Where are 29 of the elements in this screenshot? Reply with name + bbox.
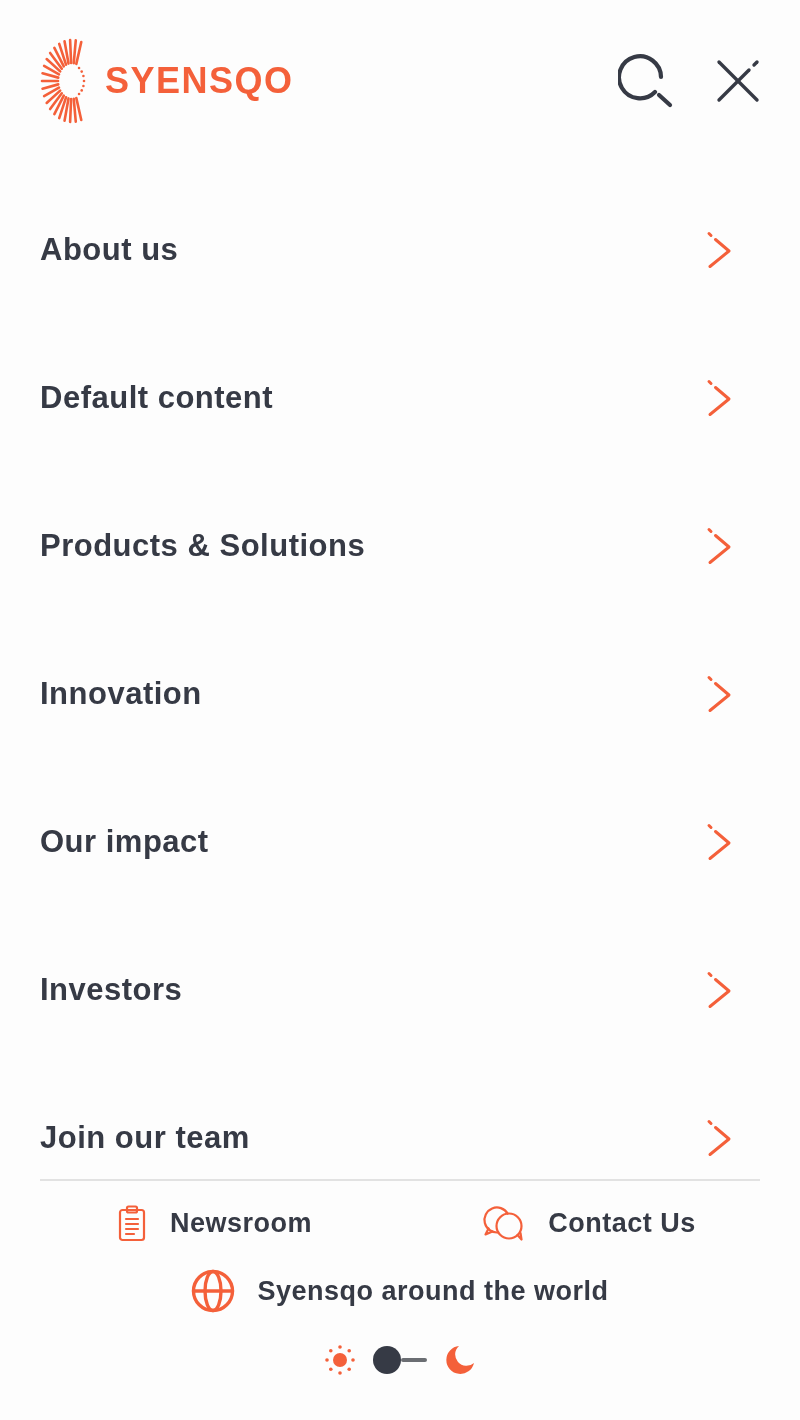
menu-link[interactable]: Investors (40, 970, 760, 1010)
footer-link[interactable]: Syensqo around the world (191, 1269, 609, 1313)
chevron-right-icon (706, 527, 732, 565)
close-icon (716, 59, 760, 103)
search-button[interactable] (618, 54, 674, 108)
footer-link[interactable]: Contact Us (482, 1201, 696, 1245)
chevron-right-icon (706, 675, 732, 713)
menu-link[interactable]: Join our team (40, 1118, 760, 1158)
chevron-right-icon (706, 823, 732, 861)
chevron-right-icon (706, 231, 732, 269)
moon-icon (445, 1345, 475, 1375)
chevron-right-icon (706, 1119, 732, 1157)
switch-track (401, 1358, 427, 1362)
logo-wordmark: SYENSQO (105, 63, 294, 99)
theme-switch[interactable] (373, 1346, 427, 1374)
menu-link[interactable]: Innovation (40, 674, 760, 714)
menu-link[interactable]: Products & Solutions (40, 526, 760, 566)
sun-icon (325, 1345, 355, 1375)
chat-bubbles-icon (482, 1205, 525, 1241)
footer-link[interactable]: Newsroom (117, 1201, 312, 1245)
menu-link[interactable]: Default content (40, 378, 760, 418)
menu-link[interactable]: About us (40, 230, 760, 270)
chevron-right-icon (706, 379, 732, 417)
menu-link[interactable]: Our impact (40, 822, 760, 862)
close-button[interactable] (716, 59, 760, 103)
search-icon (618, 54, 674, 108)
clipboard-icon (117, 1204, 146, 1242)
chevron-right-icon (706, 971, 732, 1009)
globe-icon (191, 1269, 236, 1313)
